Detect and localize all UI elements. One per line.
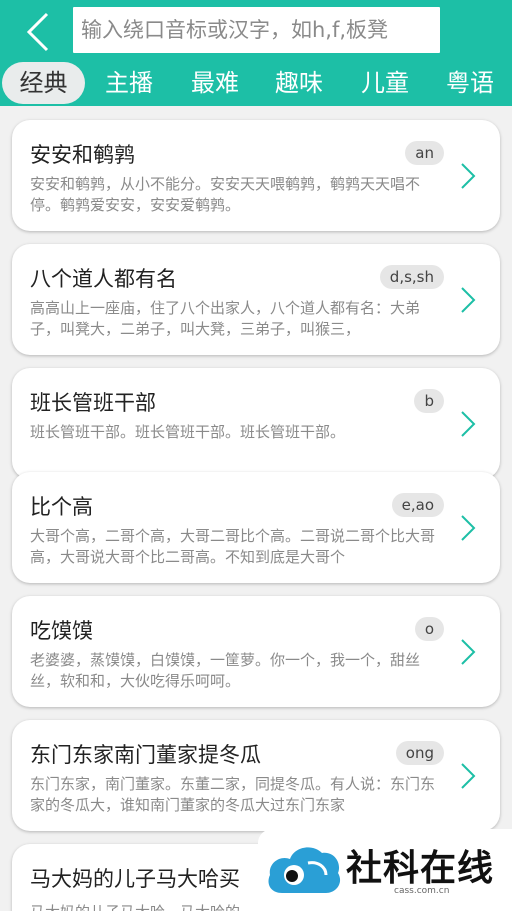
item-title: 东门东家南门董家提冬瓜 [30, 743, 261, 767]
tab-children[interactable]: 儿童 [348, 60, 422, 106]
tab-host[interactable]: 主播 [92, 60, 166, 106]
item-phonetic-tag: o [414, 617, 444, 641]
watermark-logo: 社科在线 cass.com.cn [258, 829, 512, 911]
back-button[interactable] [18, 10, 58, 54]
watermark-url: cass.com.cn [394, 886, 450, 896]
item-preview: 安安和鹌鹑，从小不能分。安安天天喂鹌鹑，鹌鹑天天唱不停。鹌鹑爱安安，安安爱鹌鹑。 [30, 175, 421, 214]
item-preview: 班长管班干部。班长管班干部。班长管班干部。 [30, 423, 346, 441]
app-header: 经典 主播 最难 趣味 儿童 粤语 [0, 0, 512, 106]
search-box[interactable] [73, 7, 440, 53]
item-preview: 老婆婆，蒸馍馍，白馍馍，一筐萝。你一个，我一个，甜丝丝，软和和，大伙吃得乐呵呵。 [30, 651, 421, 690]
list-item[interactable]: 比个高 e,ao 大哥个高，二哥个高，大哥二哥比个高。二哥说二哥个比大哥高，大哥… [12, 472, 500, 583]
list-item[interactable]: 吃馍馍 o 老婆婆，蒸馍馍，白馍馍，一筐萝。你一个，我一个，甜丝丝，软和和，大伙… [12, 596, 500, 707]
tab-cantonese[interactable]: 粤语 [433, 60, 507, 106]
item-preview: 大哥个高，二哥个高，大哥二哥比个高。二哥说二哥个比大哥高，大哥说大哥个比二哥高。… [30, 527, 436, 566]
search-input[interactable] [81, 7, 432, 53]
tab-classic[interactable]: 经典 [2, 62, 85, 104]
item-title: 八个道人都有名 [30, 267, 177, 291]
chevron-left-icon [26, 12, 49, 52]
chevron-right-icon [461, 163, 476, 189]
cloud-logo-icon [268, 847, 341, 893]
list-item[interactable]: 八个道人都有名 d,s,sh 高高山上一座庙，住了八个出家人，八个道人都有名：大… [12, 244, 500, 355]
chevron-right-icon [461, 639, 476, 665]
list-item[interactable]: 班长管班干部 b 班长管班干部。班长管班干部。班长管班干部。 [12, 368, 500, 479]
tongue-twister-list: 安安和鹌鹑 an 安安和鹌鹑，从小不能分。安安天天喂鹌鹑，鹌鹑天天唱不停。鹌鹑爱… [0, 106, 512, 911]
watermark-title: 社科在线 [346, 847, 495, 889]
item-title: 班长管班干部 [30, 391, 156, 415]
chevron-right-icon [461, 515, 476, 541]
list-item[interactable]: 东门东家南门董家提冬瓜 ong 东门东家，南门董家。东董二家，同提冬瓜。有人说：… [12, 720, 500, 831]
item-title: 比个高 [30, 495, 93, 519]
chevron-right-icon [461, 763, 476, 789]
item-phonetic-tag: an [405, 141, 444, 165]
chevron-right-icon [461, 411, 476, 437]
category-tabs: 经典 主播 最难 趣味 儿童 粤语 [0, 60, 512, 106]
chevron-right-icon [461, 287, 476, 313]
item-title: 安安和鹌鹑 [30, 143, 135, 167]
item-title: 吃馍馍 [30, 619, 93, 643]
item-phonetic-tag: b [414, 389, 444, 413]
item-preview: 高高山上一座庙，住了八个出家人，八个道人都有名：大弟子，叫凳大，二弟子，叫大凳，… [30, 299, 421, 338]
item-phonetic-tag: e,ao [391, 493, 444, 517]
item-phonetic-tag: d,s,sh [379, 265, 444, 289]
item-preview: 东门东家，南门董家。东董二家，同提冬瓜。有人说：东门东家的冬瓜大，谁知南门董家的… [30, 775, 436, 814]
tab-fun[interactable]: 趣味 [262, 60, 336, 106]
item-phonetic-tag: ong [395, 741, 444, 765]
tab-hardest[interactable]: 最难 [178, 60, 252, 106]
list-item[interactable]: 安安和鹌鹑 an 安安和鹌鹑，从小不能分。安安天天喂鹌鹑，鹌鹑天天唱不停。鹌鹑爱… [12, 120, 500, 231]
item-title: 马大妈的儿子马大哈买 [30, 867, 240, 891]
